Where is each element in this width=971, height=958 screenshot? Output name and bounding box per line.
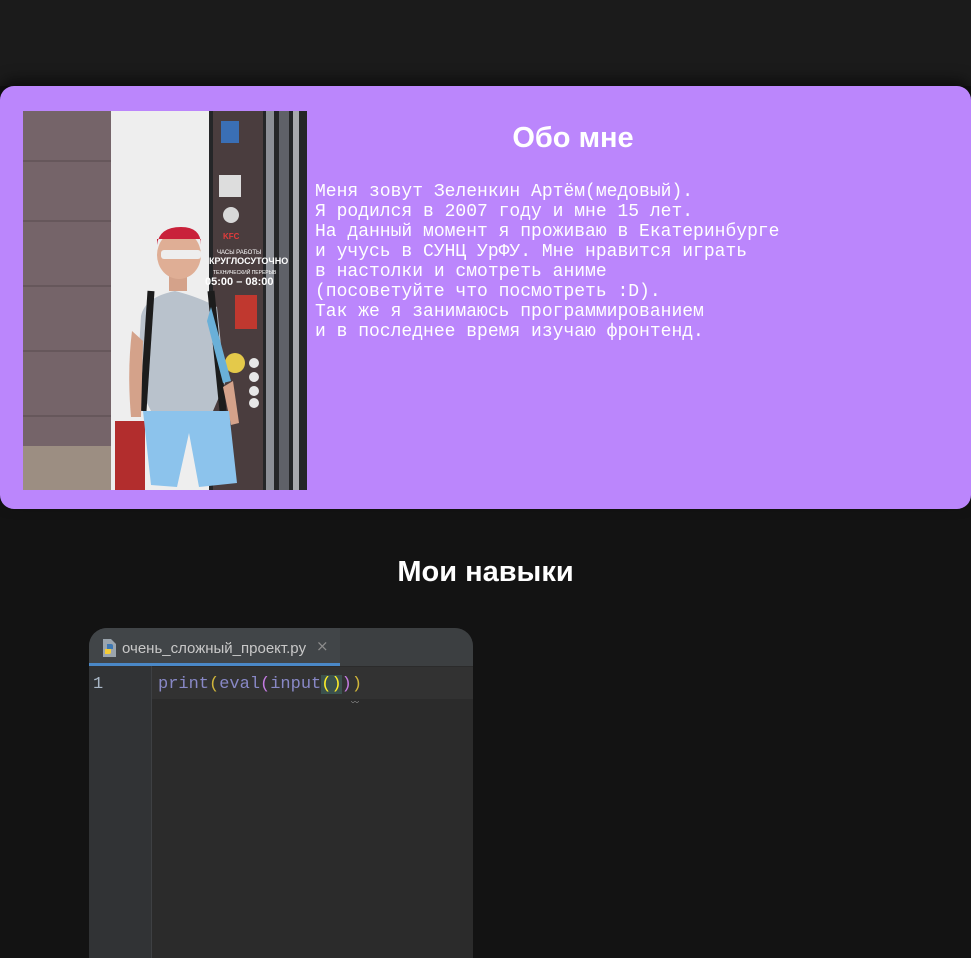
code-token-paren: ( xyxy=(260,675,271,694)
photo-sign-open: КРУГЛОСУТОЧНО xyxy=(209,256,288,266)
code-line: print(eval(input())) xyxy=(158,675,362,694)
warning-squiggle: 〰 xyxy=(351,698,359,707)
header-band xyxy=(0,0,971,86)
photo-sign-break: ТЕХНИЧЕСКИЙ ПЕРЕРЫВ xyxy=(213,268,277,276)
close-icon[interactable]: × xyxy=(316,637,329,655)
code-token-paren: ( xyxy=(209,675,220,694)
profile-photo: KFC ЧАСЫ РАБОТЫ КРУГЛОСУТОЧНО ТЕХНИЧЕСКИ… xyxy=(23,111,307,490)
code-editor-screenshot: очень_сложный_проект.py × 1 print(eval(i… xyxy=(89,628,473,958)
photo-sign-break-hours: 05:00 – 08:00 xyxy=(205,276,274,288)
line-number: 1 xyxy=(93,675,104,694)
about-title: Обо мне xyxy=(512,122,634,154)
code-token-paren: ) xyxy=(351,675,363,694)
editor-tab-label: очень_сложный_проект.py xyxy=(122,640,307,657)
skills-title: Мои навыки xyxy=(397,556,574,588)
code-token-paren: ) xyxy=(341,675,352,694)
code-token-input: input xyxy=(270,675,322,694)
editor-file-tab[interactable]: очень_сложный_проект.py × xyxy=(89,628,340,666)
code-token-eval: eval xyxy=(219,675,261,694)
photo-sign-brand: KFC xyxy=(223,232,240,241)
editor-gutter xyxy=(89,666,152,958)
python-file-icon xyxy=(103,639,116,657)
about-description: Меня зовут Зеленкин Артём(медовый). Я ро… xyxy=(315,182,780,342)
code-token-print: print xyxy=(158,675,210,694)
code-token-call-parens: () xyxy=(321,675,342,694)
about-section: KFC ЧАСЫ РАБОТЫ КРУГЛОСУТОЧНО ТЕХНИЧЕСКИ… xyxy=(0,86,971,509)
editor-tab-bar: очень_сложный_проект.py × xyxy=(89,628,473,666)
